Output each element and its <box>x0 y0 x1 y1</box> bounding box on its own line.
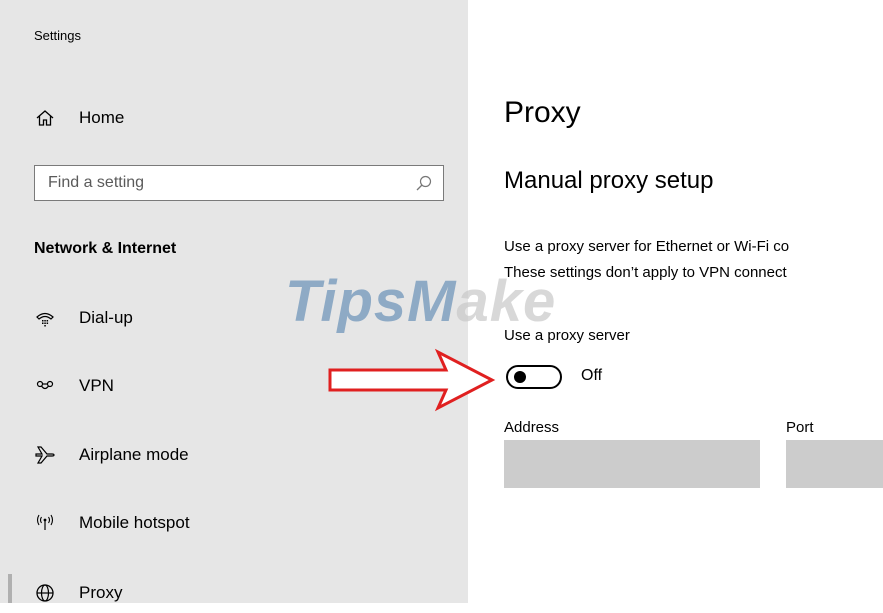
home-icon <box>34 107 56 129</box>
page-title: Proxy <box>504 96 581 129</box>
search-icon[interactable] <box>415 174 433 192</box>
sidebar-item-label: Mobile hotspot <box>79 513 190 532</box>
section-heading: Network & Internet <box>34 240 177 257</box>
sidebar-item-dial-up[interactable]: Dial-up <box>0 298 468 338</box>
app-title: Settings <box>34 28 81 43</box>
sidebar-item-label: Airplane mode <box>79 445 189 464</box>
dial-up-icon <box>34 307 56 329</box>
description-line-2: These settings don’t apply to VPN connec… <box>504 264 787 281</box>
globe-icon <box>34 582 56 604</box>
port-input[interactable] <box>786 440 883 488</box>
use-proxy-toggle[interactable] <box>506 365 562 389</box>
sidebar-item-label: Dial-up <box>79 308 133 327</box>
port-label: Port <box>786 419 814 436</box>
address-label: Address <box>504 419 560 436</box>
section-subheading: Manual proxy setup <box>504 167 714 194</box>
search-box[interactable] <box>34 165 444 201</box>
airplane-icon <box>34 444 56 466</box>
address-input[interactable] <box>504 440 760 488</box>
sidebar-item-vpn[interactable]: VPN <box>0 366 468 406</box>
hotspot-icon <box>34 512 56 534</box>
sidebar-item-label: Proxy <box>79 583 123 602</box>
nav-home[interactable]: Home <box>0 98 468 138</box>
sidebar-item-mobile-hotspot[interactable]: Mobile hotspot <box>0 503 468 543</box>
description-line-1: Use a proxy server for Ethernet or Wi-Fi… <box>504 238 790 255</box>
vpn-icon <box>34 375 56 397</box>
sidebar: Settings Home Network & Internet Dial-up… <box>0 0 468 603</box>
sidebar-item-label: VPN <box>79 376 114 395</box>
nav-home-label: Home <box>79 108 125 127</box>
use-proxy-label: Use a proxy server <box>504 327 630 344</box>
main-panel: Proxy Manual proxy setup Use a proxy ser… <box>468 0 883 603</box>
toggle-state-label: Off <box>581 367 603 384</box>
sidebar-item-airplane-mode[interactable]: Airplane mode <box>0 435 468 475</box>
search-input[interactable] <box>35 166 408 200</box>
sidebar-item-proxy[interactable]: Proxy <box>0 573 468 613</box>
toggle-knob <box>514 371 526 383</box>
